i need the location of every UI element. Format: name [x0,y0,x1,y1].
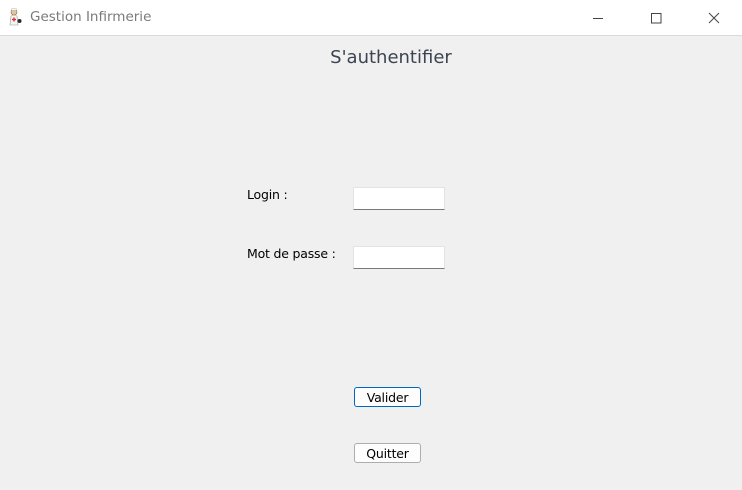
validate-button[interactable]: Valider [354,387,421,407]
window-title: Gestion Infirmerie [30,9,152,25]
login-label: Login : [247,187,288,202]
nurse-app-icon [7,8,23,26]
close-icon [708,12,720,24]
quit-button[interactable]: Quitter [354,443,421,463]
password-label: Mot de passe : [247,246,336,261]
minimize-button[interactable] [575,0,621,35]
password-input[interactable] [353,246,445,269]
login-input[interactable] [353,187,445,210]
title-bar[interactable]: Gestion Infirmerie [0,0,742,36]
form-heading: S'authentifier [330,47,452,68]
close-button[interactable] [691,0,737,35]
maximize-button[interactable] [633,0,679,35]
minimize-icon [592,12,604,24]
maximize-icon [650,12,662,24]
